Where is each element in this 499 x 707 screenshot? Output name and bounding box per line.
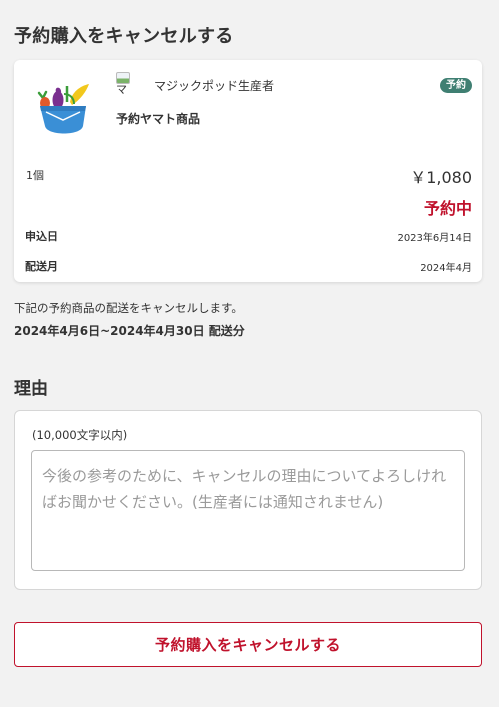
reason-heading: 理由 [14, 379, 48, 399]
vegetable-pot-logo [37, 84, 89, 134]
applied-date-value: 2023年6月14日 [397, 233, 472, 244]
reason-textarea[interactable] [31, 450, 465, 571]
delivery-month-label: 配送月 [25, 260, 58, 273]
quantity: 1個 [26, 169, 44, 182]
product-name[interactable]: 予約ヤマト商品 [116, 110, 200, 127]
producer-name[interactable]: マジックポッド生産者 [154, 77, 274, 94]
cancel-notice: 下記の予約商品の配送をキャンセルします。 [14, 301, 243, 315]
char-limit-label: (10,000文字以内) [32, 428, 128, 442]
reason-card: (10,000文字以内) [14, 410, 482, 590]
status-label: 予約中 [423, 199, 472, 218]
avatar-alt-text: マ [116, 83, 127, 96]
cancel-reservation-button[interactable]: 予約購入をキャンセルする [14, 622, 482, 667]
reservation-badge: 予約 [440, 78, 472, 93]
producer-avatar[interactable]: マ [116, 72, 136, 98]
price: ￥1,080 [410, 168, 472, 187]
product-card: マ マジックポッド生産者 予約 予約ヤマト商品 1個 ￥1,080 予約中 申込… [14, 60, 482, 282]
delivery-month-value: 2024年4月 [420, 263, 472, 274]
applied-date-label: 申込日 [25, 230, 58, 243]
page-title: 予約購入をキャンセルする [14, 26, 234, 47]
delivery-period: 2024年4月6日~2024年4月30日 配送分 [14, 324, 245, 338]
